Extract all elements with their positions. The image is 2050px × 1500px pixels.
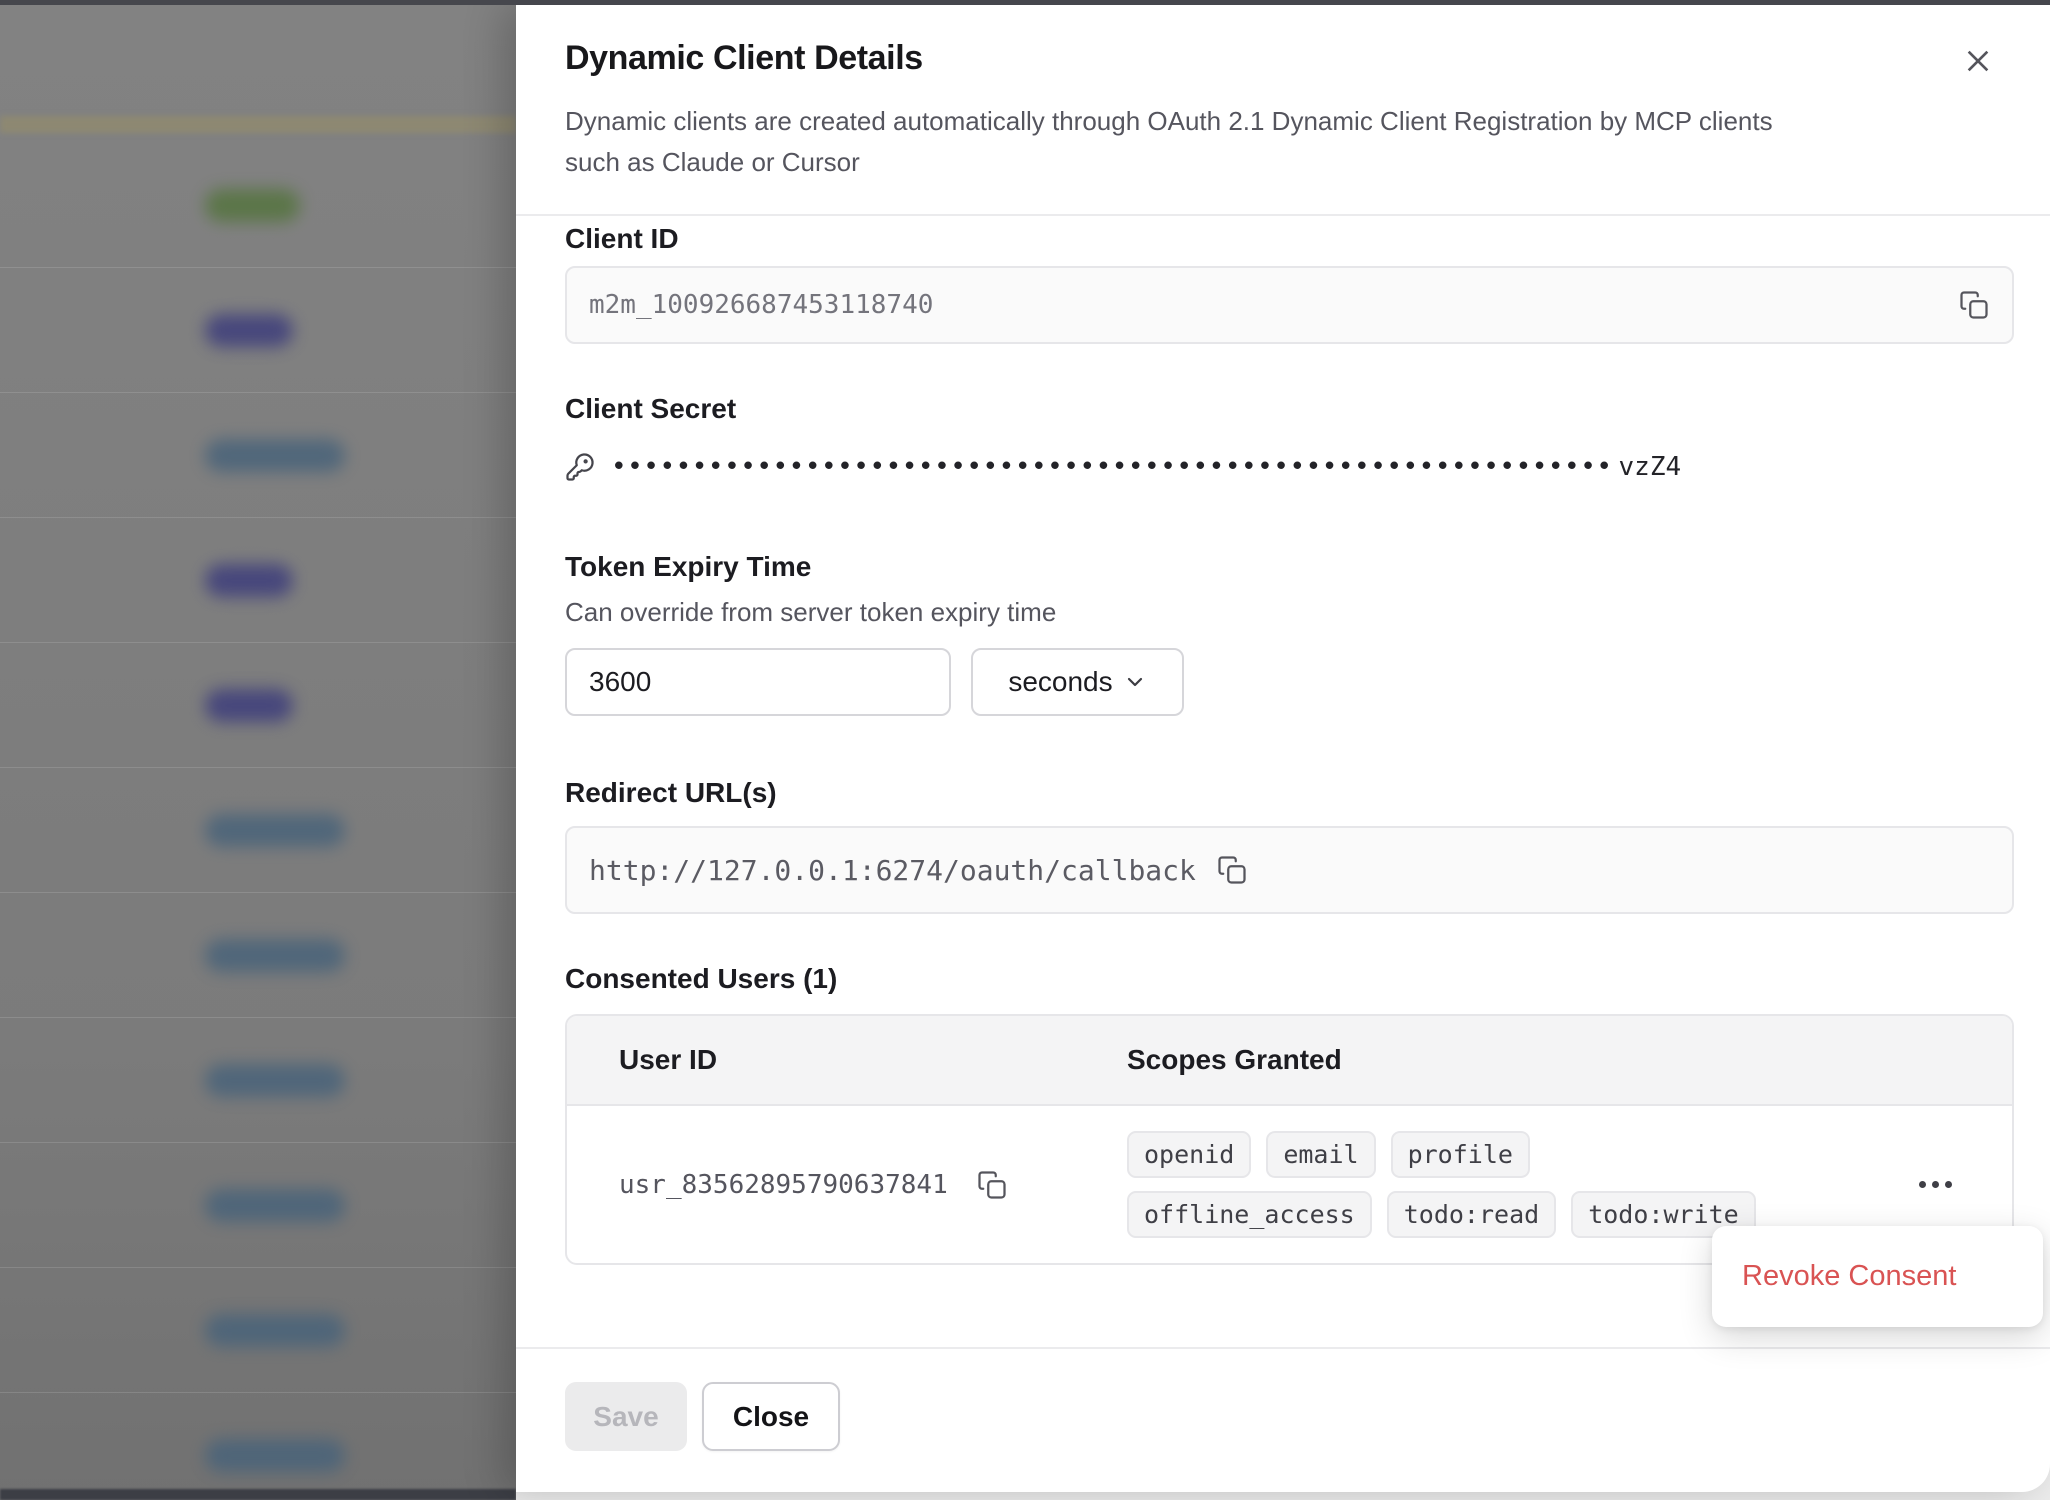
- consented-users-label: Consented Users (1): [565, 963, 837, 995]
- background-table-row: [0, 1268, 516, 1393]
- background-status-badge: [205, 1314, 345, 1347]
- background-table-row: [0, 393, 516, 518]
- background-status-badge: [205, 314, 293, 347]
- close-icon[interactable]: [1954, 37, 2002, 85]
- client-secret-row: ••••••••••••••••••••••••••••••••••••••••…: [565, 443, 1681, 491]
- background-status-badge: [205, 1439, 345, 1472]
- background-status-badge: [205, 689, 293, 722]
- scope-badge: offline_access: [1127, 1191, 1372, 1238]
- token-expiry-unit-value: seconds: [1008, 666, 1112, 698]
- background-status-badge: [205, 564, 293, 597]
- chevron-down-icon: [1123, 670, 1147, 694]
- background-status-badge: [205, 814, 345, 847]
- background-bottom-strip: [0, 1489, 516, 1500]
- footer-divider: [516, 1347, 2050, 1349]
- dimmed-background-app: [0, 0, 516, 1500]
- background-table-row: [0, 643, 516, 768]
- modal-description-line-2: such as Claude or Cursor: [565, 142, 1995, 183]
- row-more-actions-button[interactable]: [1915, 1171, 1956, 1198]
- row-actions-menu: Revoke Consent: [1712, 1226, 2043, 1327]
- modal-title: Dynamic Client Details: [565, 39, 923, 78]
- background-table-row: [0, 1018, 516, 1143]
- scope-badge: email: [1266, 1131, 1375, 1178]
- background-table-row: [0, 143, 516, 268]
- redirect-url-field: http://127.0.0.1:6274/oauth/callback: [565, 826, 2014, 914]
- revoke-consent-menu-item[interactable]: Revoke Consent: [1742, 1260, 1956, 1293]
- scope-badge: openid: [1127, 1131, 1251, 1178]
- client-secret-suffix: vzZ4: [1619, 452, 1682, 482]
- header-divider: [516, 214, 2050, 216]
- client-id-value: m2m_100926687453118740: [567, 290, 933, 320]
- copy-client-id-button[interactable]: [1954, 285, 1994, 325]
- client-secret-masked: ••••••••••••••••••••••••••••••••••••••••…: [611, 452, 1613, 482]
- background-status-badge: [205, 939, 345, 972]
- scope-badge: profile: [1391, 1131, 1530, 1178]
- redirect-urls-label: Redirect URL(s): [565, 777, 777, 809]
- user-id-cell: usr_83562895790637841: [567, 1165, 1127, 1205]
- window-top-bar: [0, 0, 2050, 5]
- user-id-value: usr_83562895790637841: [619, 1170, 948, 1200]
- background-table-row: [0, 518, 516, 643]
- client-id-field: m2m_100926687453118740: [565, 266, 2014, 344]
- close-button[interactable]: Close: [702, 1382, 840, 1451]
- client-secret-label: Client Secret: [565, 393, 736, 425]
- redirect-url-value: http://127.0.0.1:6274/oauth/callback: [567, 854, 1196, 887]
- background-table-row: [0, 768, 516, 893]
- background-status-badge: [205, 439, 345, 472]
- background-table-row: [0, 1393, 516, 1500]
- dynamic-client-details-modal: Dynamic Client Details Dynamic clients a…: [516, 5, 2050, 1492]
- modal-description-line-1: Dynamic clients are created automaticall…: [565, 101, 1995, 142]
- token-expiry-label: Token Expiry Time: [565, 551, 811, 583]
- background-table-row: [0, 1143, 516, 1268]
- background-table-row: [0, 268, 516, 393]
- scopes-list: openid email profile offline_access todo:rea…: [1127, 1131, 1787, 1238]
- background-status-badge: [205, 1189, 345, 1222]
- column-header-scopes: Scopes Granted: [1127, 1044, 2012, 1076]
- token-expiry-input[interactable]: [565, 648, 951, 716]
- modal-description: Dynamic clients are created automaticall…: [565, 101, 1995, 183]
- key-icon: [565, 452, 595, 482]
- copy-redirect-url-button[interactable]: [1210, 848, 1254, 892]
- background-table-row: [0, 893, 516, 1018]
- consented-users-table-header: User ID Scopes Granted: [567, 1016, 2012, 1106]
- client-id-label: Client ID: [565, 223, 679, 255]
- token-expiry-helper: Can override from server token expiry ti…: [565, 597, 1056, 628]
- token-expiry-unit-select[interactable]: seconds: [971, 648, 1184, 716]
- save-button[interactable]: Save: [565, 1382, 687, 1451]
- background-accent-band: [0, 116, 516, 133]
- row-actions-cell: [1787, 1171, 2012, 1198]
- background-status-badge: [205, 1064, 345, 1097]
- scope-badge: todo:read: [1387, 1191, 1556, 1238]
- background-status-badge: [205, 189, 300, 222]
- column-header-user-id: User ID: [567, 1044, 1127, 1076]
- copy-user-id-button[interactable]: [972, 1165, 1012, 1205]
